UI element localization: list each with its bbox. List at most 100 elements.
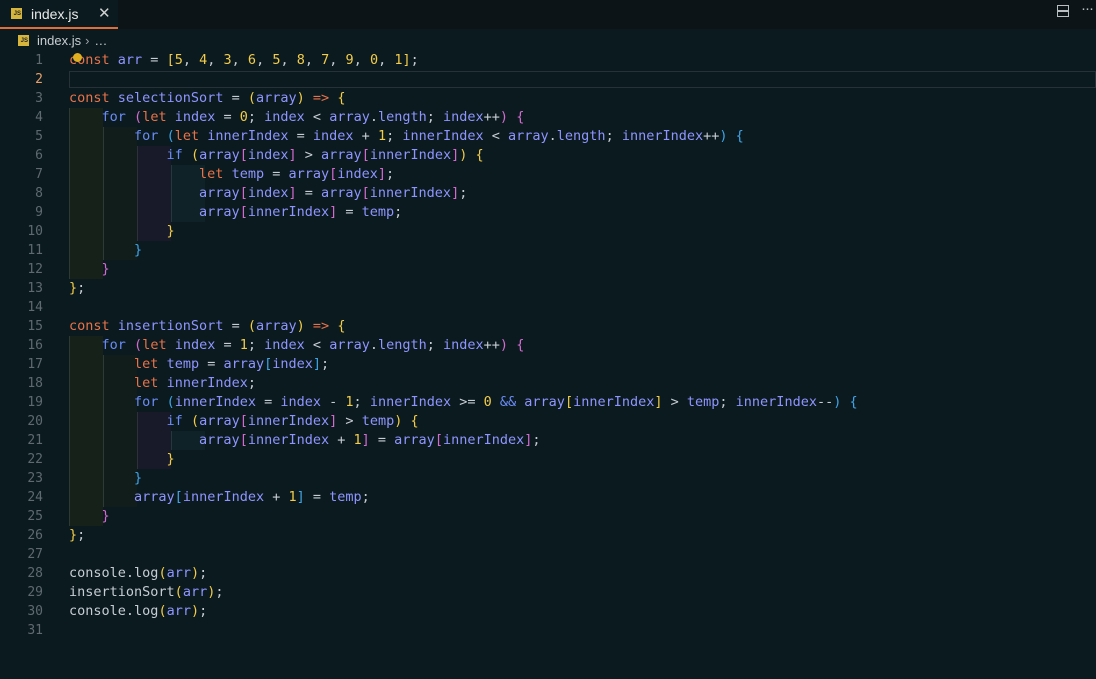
code-token: temp	[686, 394, 720, 410]
code-token: &&	[499, 394, 517, 410]
code-text: }	[69, 507, 110, 526]
code-line[interactable]: 19 for (innerIndex = index - 1; innerInd…	[0, 393, 1096, 412]
code-token: array	[255, 318, 297, 334]
code-line[interactable]: 27	[0, 545, 1096, 564]
code-token: innerIndex	[369, 185, 452, 201]
code-text: const insertionSort = (array) => {	[69, 317, 345, 336]
code-line[interactable]: 17 let temp = array[index];	[0, 355, 1096, 374]
tab-index-js[interactable]: JS index.js ✕	[0, 0, 118, 29]
breadcrumb-file[interactable]: index.js	[37, 33, 81, 48]
code-line[interactable]: 31	[0, 621, 1096, 640]
code-token: index	[174, 337, 216, 353]
code-token: index	[337, 166, 378, 182]
code-text: for (let index = 1; index < array.length…	[69, 336, 525, 355]
code-token: {	[849, 394, 858, 410]
code-line[interactable]: 20 if (array[innerIndex] > temp) {	[0, 412, 1096, 431]
code-token: }	[101, 261, 110, 277]
line-number: 28	[27, 566, 43, 581]
code-token: 0	[369, 52, 379, 68]
code-line[interactable]: 22 }	[0, 450, 1096, 469]
code-token: >	[662, 394, 687, 410]
code-token: )	[719, 128, 728, 144]
code-line[interactable]: 30 console.log(arr);	[0, 602, 1096, 621]
code-token: 3	[223, 52, 232, 68]
code-token: .	[369, 109, 378, 125]
code-token: {	[735, 128, 744, 144]
code-line[interactable]: 21 array[innerIndex + 1] = array[innerIn…	[0, 431, 1096, 450]
code-line[interactable]: 12 }	[0, 260, 1096, 279]
code-token: 5	[174, 52, 183, 68]
code-line[interactable]: 13};	[0, 279, 1096, 298]
code-line[interactable]: 28 console.log(arr);	[0, 564, 1096, 583]
code-line[interactable]: 5 for (let innerIndex = index + 1; inner…	[0, 127, 1096, 146]
code-line[interactable]: 18 let innerIndex;	[0, 374, 1096, 393]
code-token: temp	[361, 204, 395, 220]
more-actions-icon[interactable]: ···	[1081, 0, 1094, 17]
line-number: 23	[27, 471, 43, 486]
breadcrumb-symbol[interactable]: …	[94, 33, 107, 48]
code-line[interactable]: 11 }	[0, 241, 1096, 260]
code-token: ]	[402, 52, 411, 68]
code-token: ,	[182, 52, 200, 68]
code-editor[interactable]: 1 const arr = [5, 4, 3, 6, 5, 8, 7, 9, 0,…	[0, 51, 1096, 679]
code-line[interactable]: 14	[0, 298, 1096, 317]
code-token: =	[296, 185, 321, 201]
code-token: ]	[361, 432, 370, 448]
close-icon[interactable]: ✕	[98, 4, 111, 22]
code-line[interactable]: 8 array[index] = array[innerIndex];	[0, 184, 1096, 203]
code-token: ]	[288, 185, 297, 201]
code-token: array	[199, 432, 240, 448]
line-number: 21	[27, 433, 43, 448]
code-line[interactable]: 26};	[0, 526, 1096, 545]
code-line[interactable]: 16 for (let index = 1; index < array.len…	[0, 336, 1096, 355]
code-token: =	[223, 318, 248, 334]
code-token: ;	[386, 128, 403, 144]
code-line[interactable]: 3 const selectionSort = (array) => {	[0, 89, 1096, 108]
code-token: (	[190, 413, 200, 429]
code-token: ;	[532, 432, 541, 448]
code-token: index	[174, 109, 216, 125]
code-line[interactable]: 1 const arr = [5, 4, 3, 6, 5, 8, 7, 9, 0,…	[0, 51, 1096, 70]
code-token: =>	[312, 318, 330, 334]
code-token: [	[239, 413, 248, 429]
code-line[interactable]: 6 if (array[index] > array[innerIndex]) …	[0, 146, 1096, 165]
code-token: ;	[199, 565, 208, 581]
code-token: (	[158, 565, 167, 581]
code-token: 9	[345, 52, 354, 68]
code-line[interactable]: 9 array[innerIndex] = temp;	[0, 203, 1096, 222]
code-text: }	[69, 241, 142, 260]
code-token: [	[361, 147, 370, 163]
line-number: 18	[27, 376, 43, 391]
code-line[interactable]: 4 for (let index = 0; index < array.leng…	[0, 108, 1096, 127]
code-text: };	[69, 279, 85, 298]
code-token: {	[337, 90, 346, 106]
lightbulb-icon[interactable]	[73, 53, 82, 62]
code-token: temp	[166, 356, 200, 372]
code-line[interactable]: 15 const insertionSort = (array) => {	[0, 317, 1096, 336]
code-token: ;	[247, 375, 256, 391]
code-line[interactable]: 24 array[innerIndex + 1] = temp;	[0, 488, 1096, 507]
code-token: innerIndex	[369, 147, 452, 163]
line-number: 19	[27, 395, 43, 410]
code-line[interactable]: 2	[0, 70, 1096, 89]
code-token: (	[134, 337, 143, 353]
code-token: array	[199, 147, 240, 163]
code-token: array	[199, 413, 240, 429]
code-line[interactable]: 29 insertionSort(arr);	[0, 583, 1096, 602]
code-line[interactable]: 25 }	[0, 507, 1096, 526]
code-line[interactable]: 10 }	[0, 222, 1096, 241]
split-editor-icon[interactable]	[1057, 5, 1069, 17]
line-number: 9	[35, 205, 43, 220]
code-token: ;	[605, 128, 622, 144]
code-line[interactable]: 23 }	[0, 469, 1096, 488]
code-line[interactable]: 7 let temp = array[index];	[0, 165, 1096, 184]
code-token: array	[394, 432, 435, 448]
